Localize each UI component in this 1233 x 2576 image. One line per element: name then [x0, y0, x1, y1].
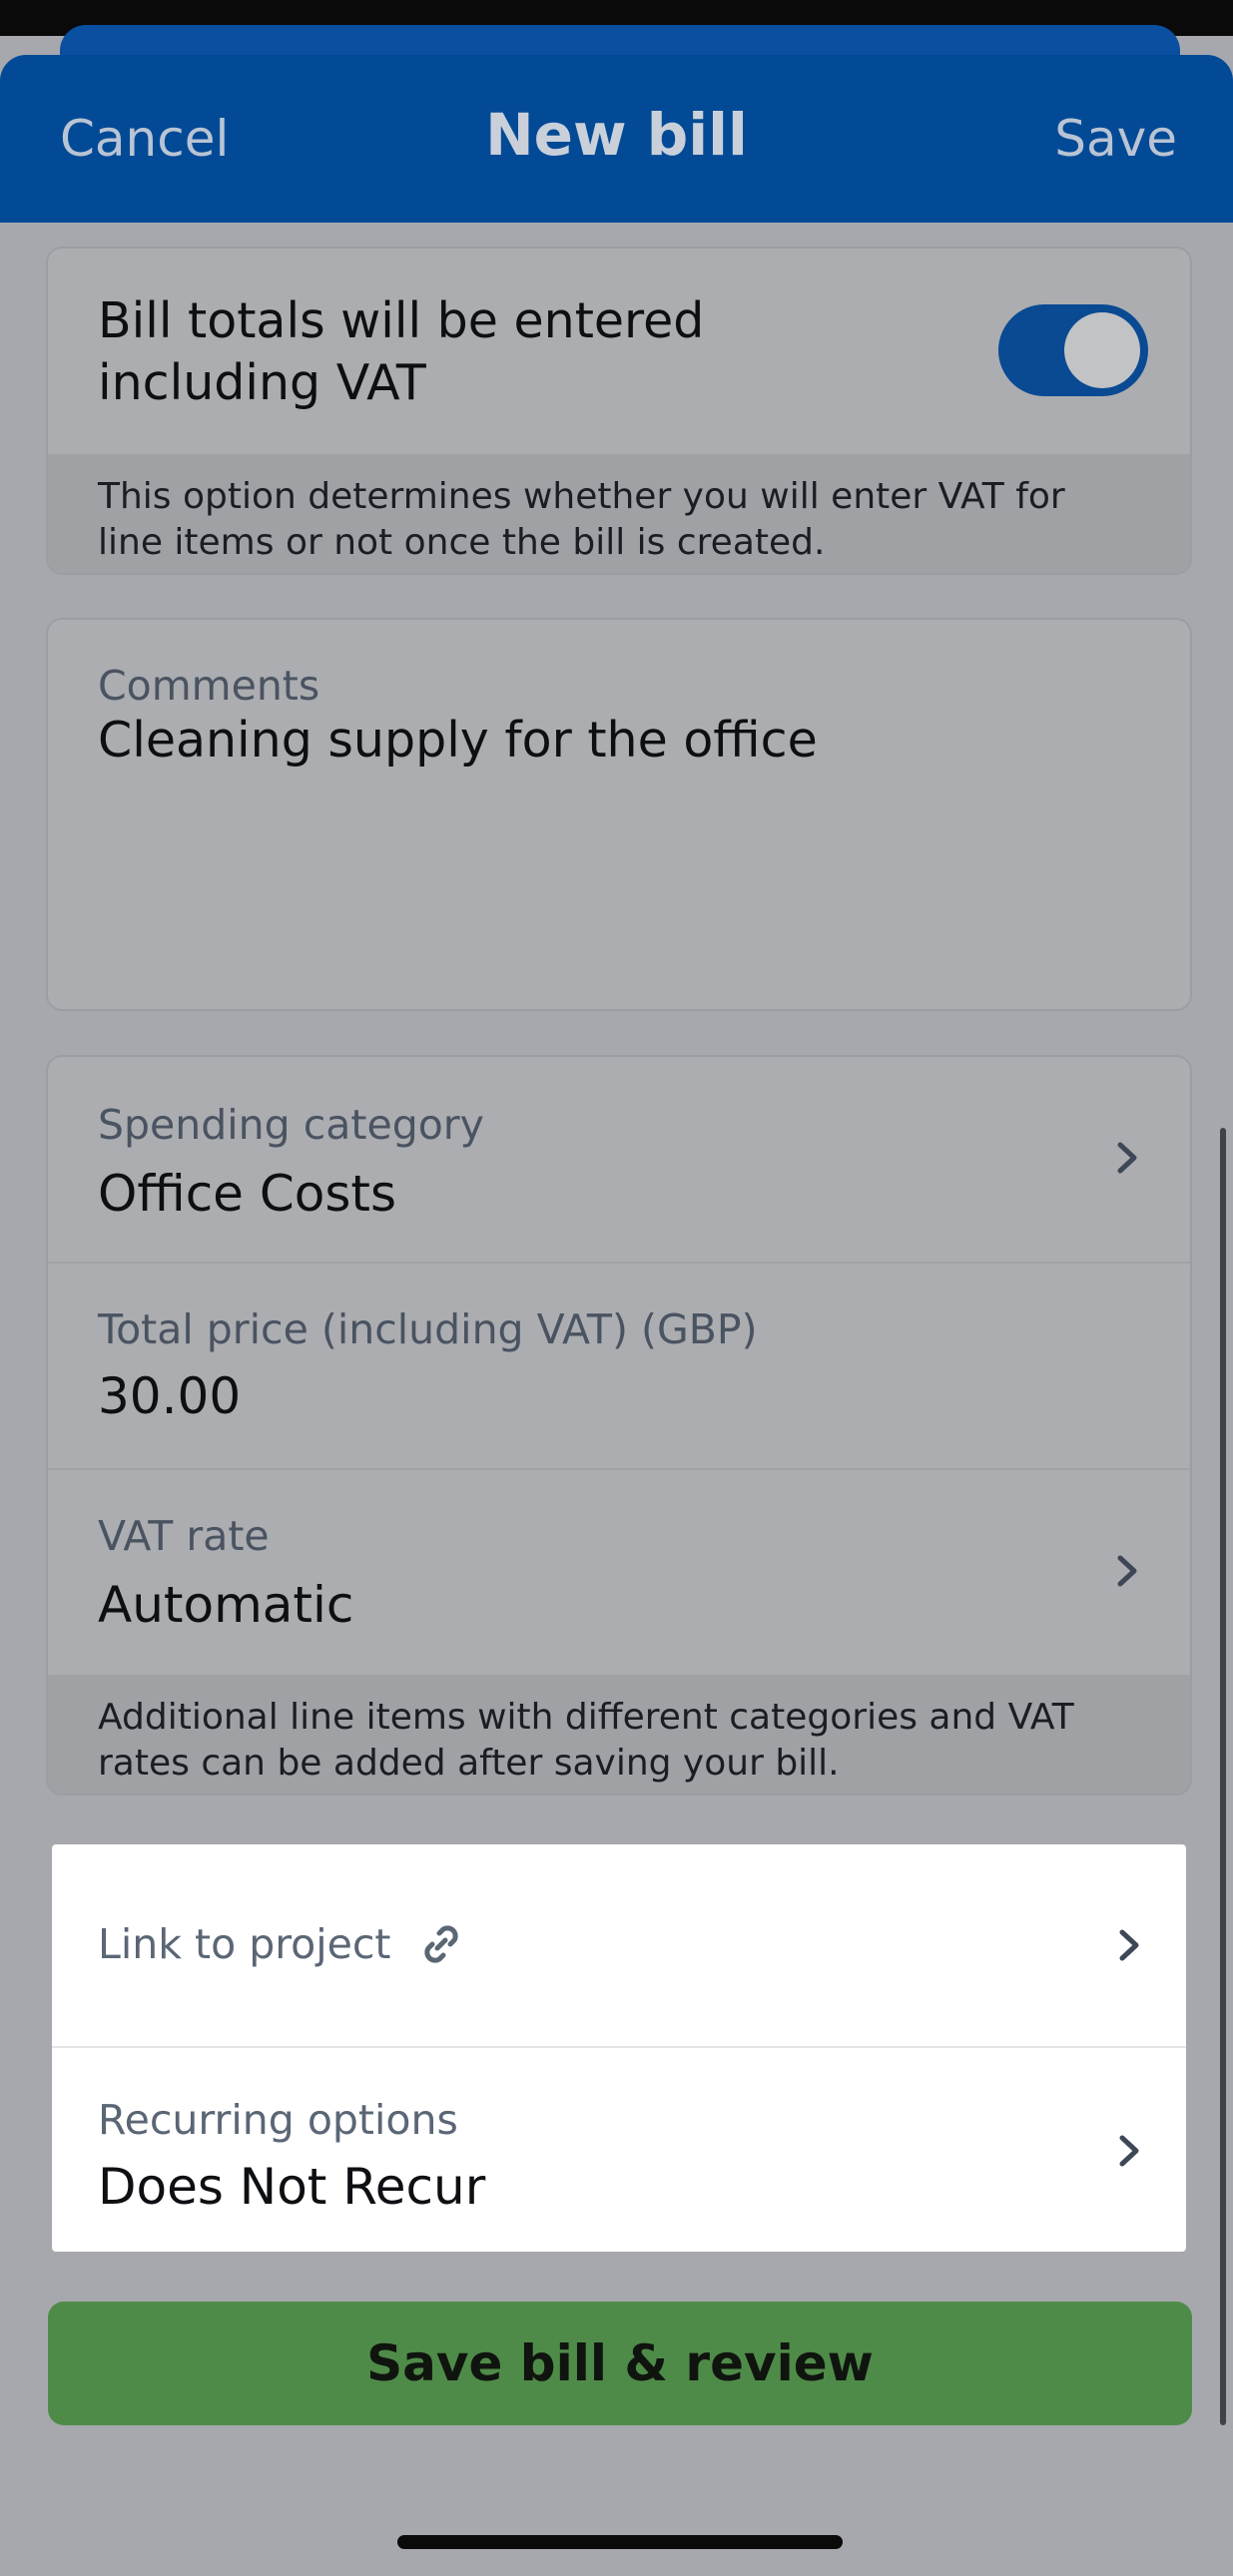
- link-project-row[interactable]: Link to project: [52, 1844, 1186, 2048]
- total-price-row[interactable]: Total price (including VAT) (GBP) 30.00: [48, 1264, 1190, 1470]
- chevron-right-icon: [1119, 1929, 1139, 1961]
- vat-option-card: Bill totals will be entered including VA…: [46, 247, 1192, 575]
- link-project-text: Link to project: [98, 1920, 391, 1968]
- home-indicator: [397, 2535, 843, 2549]
- recurring-options-label: Recurring options: [98, 2096, 458, 2144]
- vat-toggle-row[interactable]: Bill totals will be entered including VA…: [48, 249, 1190, 456]
- vat-option-note: This option determines whether you will …: [48, 456, 1190, 573]
- save-bill-review-button[interactable]: Save bill & review: [48, 2302, 1192, 2425]
- link-project-label: Link to project: [98, 1920, 465, 1968]
- toggle-knob: [1064, 312, 1140, 388]
- comments-card[interactable]: Comments Cleaning supply for the office: [46, 618, 1192, 1011]
- spending-category-value: Office Costs: [98, 1165, 397, 1223]
- bill-details-card: Spending category Office Costs Total pri…: [46, 1055, 1192, 1796]
- chevron-right-icon: [1119, 2135, 1139, 2167]
- save-button[interactable]: Save: [1054, 110, 1177, 168]
- vat-toggle-switch[interactable]: [998, 304, 1148, 396]
- recurring-options-value: Does Not Recur: [98, 2158, 486, 2216]
- vat-rate-row[interactable]: VAT rate Automatic: [48, 1470, 1190, 1677]
- link-icon: [423, 1925, 458, 1963]
- scrollbar[interactable]: [1220, 1128, 1226, 2425]
- chevron-right-icon: [1117, 1142, 1137, 1174]
- spending-category-label: Spending category: [98, 1101, 484, 1149]
- recurring-options-row[interactable]: Recurring options Does Not Recur: [52, 2048, 1186, 2252]
- vat-rate-value: Automatic: [98, 1576, 354, 1634]
- vat-rate-label: VAT rate: [98, 1512, 270, 1560]
- page-title: New bill: [485, 101, 748, 169]
- chevron-right-icon: [1117, 1555, 1137, 1587]
- total-price-value[interactable]: 30.00: [98, 1367, 241, 1425]
- comments-label: Comments: [98, 662, 320, 710]
- line-items-note: Additional line items with different cat…: [48, 1677, 1190, 1794]
- spending-category-row[interactable]: Spending category Office Costs: [48, 1057, 1190, 1264]
- vat-toggle-label: Bill totals will be entered including VA…: [98, 292, 705, 411]
- nav-header: Cancel New bill Save: [0, 55, 1233, 223]
- total-price-label: Total price (including VAT) (GBP): [98, 1305, 758, 1353]
- extras-card: Link to project Recurring options Does N…: [52, 1844, 1186, 2252]
- comments-field[interactable]: Cleaning supply for the office: [98, 712, 818, 769]
